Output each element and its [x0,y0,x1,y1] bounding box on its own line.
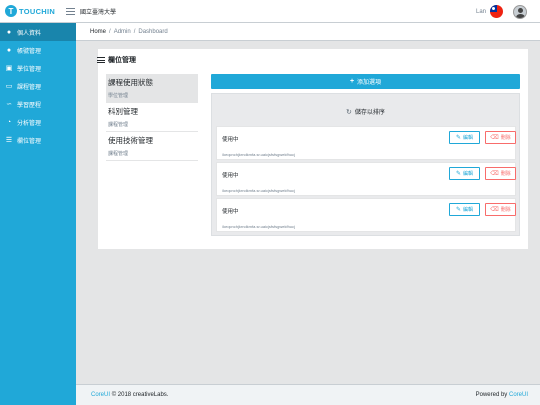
footer-powered: Powered by CoreUI [476,392,528,398]
trash-icon: ⌫ [490,207,499,213]
edit-label: 編輯 [463,135,474,141]
option-path: /keqcnchjkrndkmfa.sr.uaicjsfsfsgwekfhucj [222,188,295,193]
save-order-label: 儲存以排序 [354,110,385,116]
breadcrumb: Home / Admin / Dashboard [76,23,540,41]
sidebar-item-label: 課程管理 [17,84,42,91]
refresh-icon: ↻ [346,108,352,116]
trash-icon: ⌫ [490,135,499,141]
option-path: /keqcnchjkrndkmfa.sr.uaicjsfsfsgwekfhucj [222,152,295,157]
coreui-link[interactable]: CoreUI [91,392,110,398]
organization-name: 國立臺灣大學 [80,9,117,16]
list-item-title: 科別管理 [108,107,138,116]
delete-label: 刪除 [500,207,511,213]
option-path: /keqcnchjkrndkmfa.sr.uaicjsfsfsgwekfhucj [222,224,295,229]
sidebar-item-profile[interactable]: ● 個人資料 [0,23,76,41]
page-title-text: 欄位管理 [108,57,136,64]
edit-label: 編輯 [463,171,474,177]
delete-button[interactable]: ⌫ 刪除 [485,167,516,180]
breadcrumb-separator: / [133,28,136,35]
edit-icon: ✎ [455,171,461,177]
option-status: 使用中 [222,209,239,215]
delete-label: 刪除 [500,171,511,177]
chart-icon: ∽ [6,101,12,108]
option-status: 使用中 [222,173,239,179]
list-item-subtitle: 課程管理 [108,151,129,157]
powered-by-text: Powered by [475,392,508,398]
breadcrumb-home[interactable]: Home [90,29,106,35]
options-panel: ↻ 儲存以排序 使用中 /keqcnchjkrndkmfa.sr.uaicjsf… [211,93,520,236]
sidebar-item-label: 學習歷程 [17,102,42,109]
taiwan-flag-icon[interactable] [490,5,503,18]
user-icon: ● [6,28,12,36]
list-icon [97,57,105,63]
option-status: 使用中 [222,137,239,143]
users-icon: ● [6,46,12,54]
edit-button[interactable]: ✎ 編輯 [449,131,480,144]
sidebar-item-label: 欄位管理 [17,138,42,145]
touchin-logo-icon: T [5,5,17,17]
add-option-button[interactable]: + 添加選項 [211,74,520,89]
sidebar-item-learning[interactable]: ∽ 學習歷程 [0,95,76,113]
option-row[interactable]: 使用中 /keqcnchjkrndkmfa.sr.uaicjsfsfsgwekf… [216,126,516,160]
field-category-list: 課程使用狀態 學位管理 科別管理 課程管理 使用技術管理 課程管理 [106,74,198,161]
brand-logo[interactable]: T TOUCHIN [0,0,58,23]
breadcrumb-separator: / [109,28,111,35]
sidebar-item-analysis[interactable]: ◔ 分析管理 [0,113,76,131]
copyright-text: © 2018 creativeLabs. [111,392,169,398]
page-title: 欄位管理 [97,55,136,65]
sidebar-item-label: 分析管理 [17,120,42,127]
plus-icon: + [349,78,355,85]
delete-button[interactable]: ⌫ 刪除 [485,203,516,216]
list-item[interactable]: 使用技術管理 課程管理 [106,132,198,161]
sidebar-item-degrees[interactable]: ▣ 學位管理 [0,59,76,77]
edit-icon: ✎ [455,207,461,213]
footer: CoreUI © 2018 creativeLabs. Powered by C… [76,384,540,405]
list-item[interactable]: 科別管理 課程管理 [106,103,198,132]
list-item-subtitle: 學位管理 [108,93,129,99]
sidebar-item-label: 個人資料 [17,30,42,37]
pie-icon: ◔ [6,118,12,126]
list-item-subtitle: 課程管理 [108,122,129,128]
brand-text: TOUCHIN [19,6,56,16]
sidebar-item-label: 帳號管理 [17,48,42,55]
footer-copyright: CoreUI © 2018 creativeLabs. [91,392,168,398]
add-option-label: 添加選項 [357,80,382,86]
list-item[interactable]: 課程使用狀態 學位管理 [106,74,198,103]
sidebar-item-fields[interactable]: ☰ 欄位管理 [0,131,76,149]
edit-icon: ✎ [455,135,461,141]
edit-label: 編輯 [463,207,474,213]
user-name: Lan [475,8,486,15]
edit-button[interactable]: ✎ 編輯 [449,203,480,216]
sidebar: ● 個人資料 ● 帳號管理 ▣ 學位管理 ▭ 課程管理 ∽ 學習歷程 ◔ 分析管… [0,23,76,405]
sidebar-toggle-icon[interactable] [66,7,75,15]
edit-button[interactable]: ✎ 編輯 [449,167,480,180]
option-row[interactable]: 使用中 /keqcnchjkrndkmfa.sr.uaicjsfsfsgwekf… [216,198,516,232]
sitemap-icon: ▣ [5,65,13,72]
sidebar-item-courses[interactable]: ▭ 課程管理 [0,77,76,95]
sidebar-item-label: 學位管理 [17,66,42,73]
breadcrumb-dashboard: Dashboard [138,28,168,35]
option-row[interactable]: 使用中 /keqcnchjkrndkmfa.sr.uaicjsfsfsgwekf… [216,162,516,196]
breadcrumb-admin[interactable]: Admin [114,29,131,35]
coreui-powered-link[interactable]: CoreUI [509,392,528,398]
save-order-button[interactable]: ↻ 儲存以排序 [212,107,519,117]
trash-icon: ⌫ [490,171,499,177]
list-item-title: 課程使用狀態 [108,78,153,87]
sidebar-item-accounts[interactable]: ● 帳號管理 [0,41,76,59]
user-avatar-icon[interactable] [513,4,527,19]
display-icon: ▭ [5,83,13,90]
list-icon: ☰ [5,137,13,144]
delete-button[interactable]: ⌫ 刪除 [485,131,516,144]
delete-label: 刪除 [500,135,511,141]
top-header: T TOUCHIN 國立臺灣大學 Lan [0,0,540,23]
list-item-title: 使用技術管理 [108,136,153,145]
